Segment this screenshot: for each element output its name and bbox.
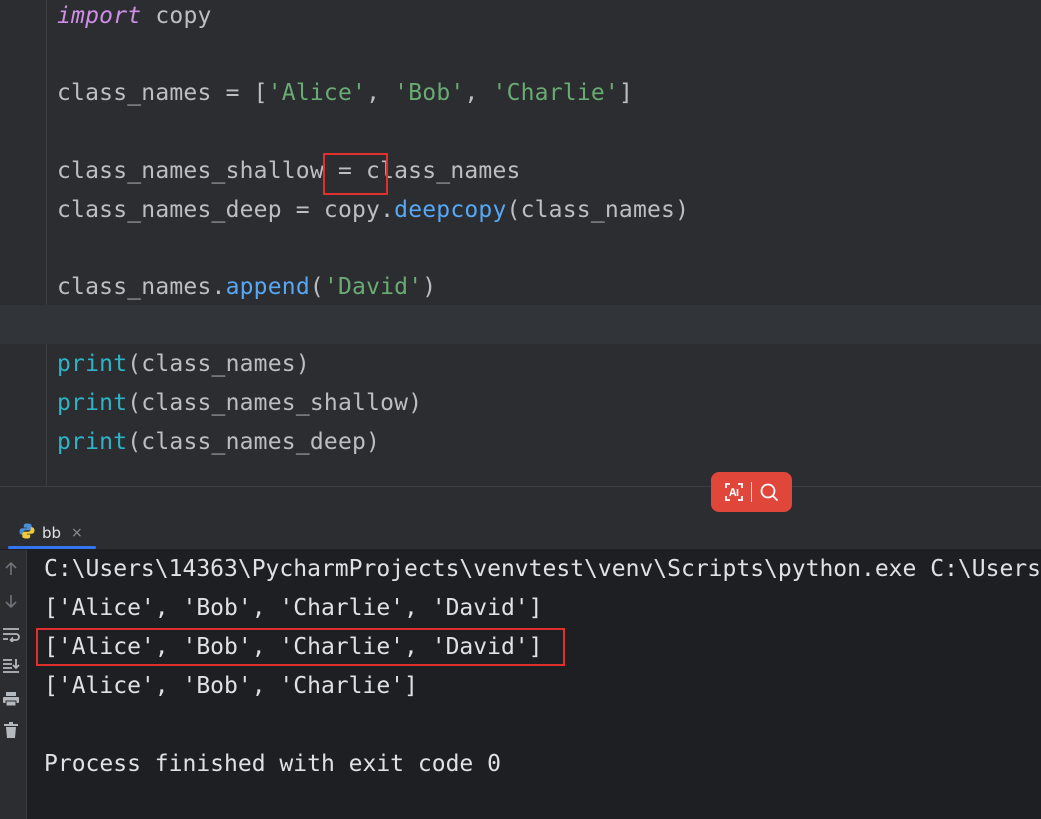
- module-name: copy: [141, 3, 212, 29]
- code-text: (class_names): [506, 197, 690, 223]
- run-tab-label: bb: [42, 523, 62, 542]
- editor-console-divider[interactable]: [0, 486, 1041, 517]
- code-text: (class_names_shallow): [127, 390, 423, 416]
- code-text: class_names_shallow = class_names: [57, 158, 521, 184]
- trash-icon[interactable]: [0, 719, 22, 741]
- code-text: (class_names): [127, 351, 310, 377]
- active-tab-indicator: [8, 546, 96, 549]
- code-text: class_names.: [57, 274, 226, 300]
- search-icon[interactable]: [758, 481, 780, 503]
- console-line-command: C:\Users\14363\PycharmProjects\venvtest\…: [44, 556, 1041, 582]
- arrow-up-icon[interactable]: [0, 558, 22, 580]
- code-line-7[interactable]: print(class_names_shallow): [57, 384, 422, 423]
- run-console-output[interactable]: C:\Users\14363\PycharmProjects\venvtest\…: [27, 550, 1041, 819]
- scroll-to-end-icon[interactable]: [0, 654, 22, 676]
- code-line-2[interactable]: class_names = ['Alice', 'Bob', 'Charlie'…: [57, 74, 633, 113]
- soft-wrap-icon[interactable]: [0, 623, 22, 645]
- console-line: ['Alice', 'Bob', 'Charlie']: [44, 673, 418, 699]
- current-line-highlight: [0, 305, 1041, 344]
- code-line-3[interactable]: class_names_shallow = class_names: [57, 152, 521, 191]
- code-line-8[interactable]: print(class_names_deep): [57, 423, 380, 462]
- code-line-4[interactable]: class_names_deep = copy.deepcopy(class_n…: [57, 191, 689, 230]
- code-line-1[interactable]: import copy: [57, 0, 212, 36]
- console-line-exit: Process finished with exit code 0: [44, 751, 501, 777]
- ai-translate-icon[interactable]: [723, 481, 745, 503]
- arrow-down-icon[interactable]: [0, 590, 22, 612]
- builtin-print: print: [57, 429, 128, 455]
- string-literal: 'David': [323, 274, 423, 300]
- string-literal: 'Bob': [394, 80, 465, 106]
- string-literal: 'Alice': [267, 80, 367, 106]
- toolbar-separator: [751, 482, 752, 502]
- print-icon[interactable]: [0, 688, 22, 710]
- code-text: ): [422, 274, 437, 300]
- code-editor[interactable]: import copy class_names = ['Alice', 'Bob…: [0, 0, 1041, 486]
- code-text: (: [309, 274, 324, 300]
- code-text: ,: [366, 80, 395, 106]
- string-literal: 'Charlie': [492, 80, 619, 106]
- code-line-6[interactable]: print(class_names): [57, 345, 310, 384]
- function-call: deepcopy: [394, 197, 507, 223]
- code-text: class_names_deep = copy.: [57, 197, 395, 223]
- code-text: ]: [618, 80, 634, 106]
- run-tab-bb[interactable]: bb ×: [8, 516, 96, 549]
- builtin-print: print: [57, 390, 128, 416]
- close-icon[interactable]: ×: [71, 525, 83, 541]
- annotation-highlight-box: [323, 153, 388, 195]
- code-text: ,: [464, 80, 493, 106]
- builtin-print: print: [57, 351, 128, 377]
- annotation-highlight-box: [36, 628, 565, 666]
- editor-gutter: [0, 0, 47, 486]
- ai-floating-toolbar[interactable]: [711, 472, 792, 512]
- python-icon: [18, 522, 36, 544]
- code-text: class_names = [: [57, 80, 268, 106]
- code-text: (class_names_deep): [127, 429, 381, 455]
- run-tool-window-header: bb ×: [0, 516, 1041, 550]
- keyword-import: import: [57, 3, 142, 29]
- function-call: append: [225, 274, 310, 300]
- code-line-5[interactable]: class_names.append('David'): [57, 268, 436, 307]
- run-side-toolbar: [0, 550, 27, 819]
- console-line: ['Alice', 'Bob', 'Charlie', 'David']: [44, 595, 543, 621]
